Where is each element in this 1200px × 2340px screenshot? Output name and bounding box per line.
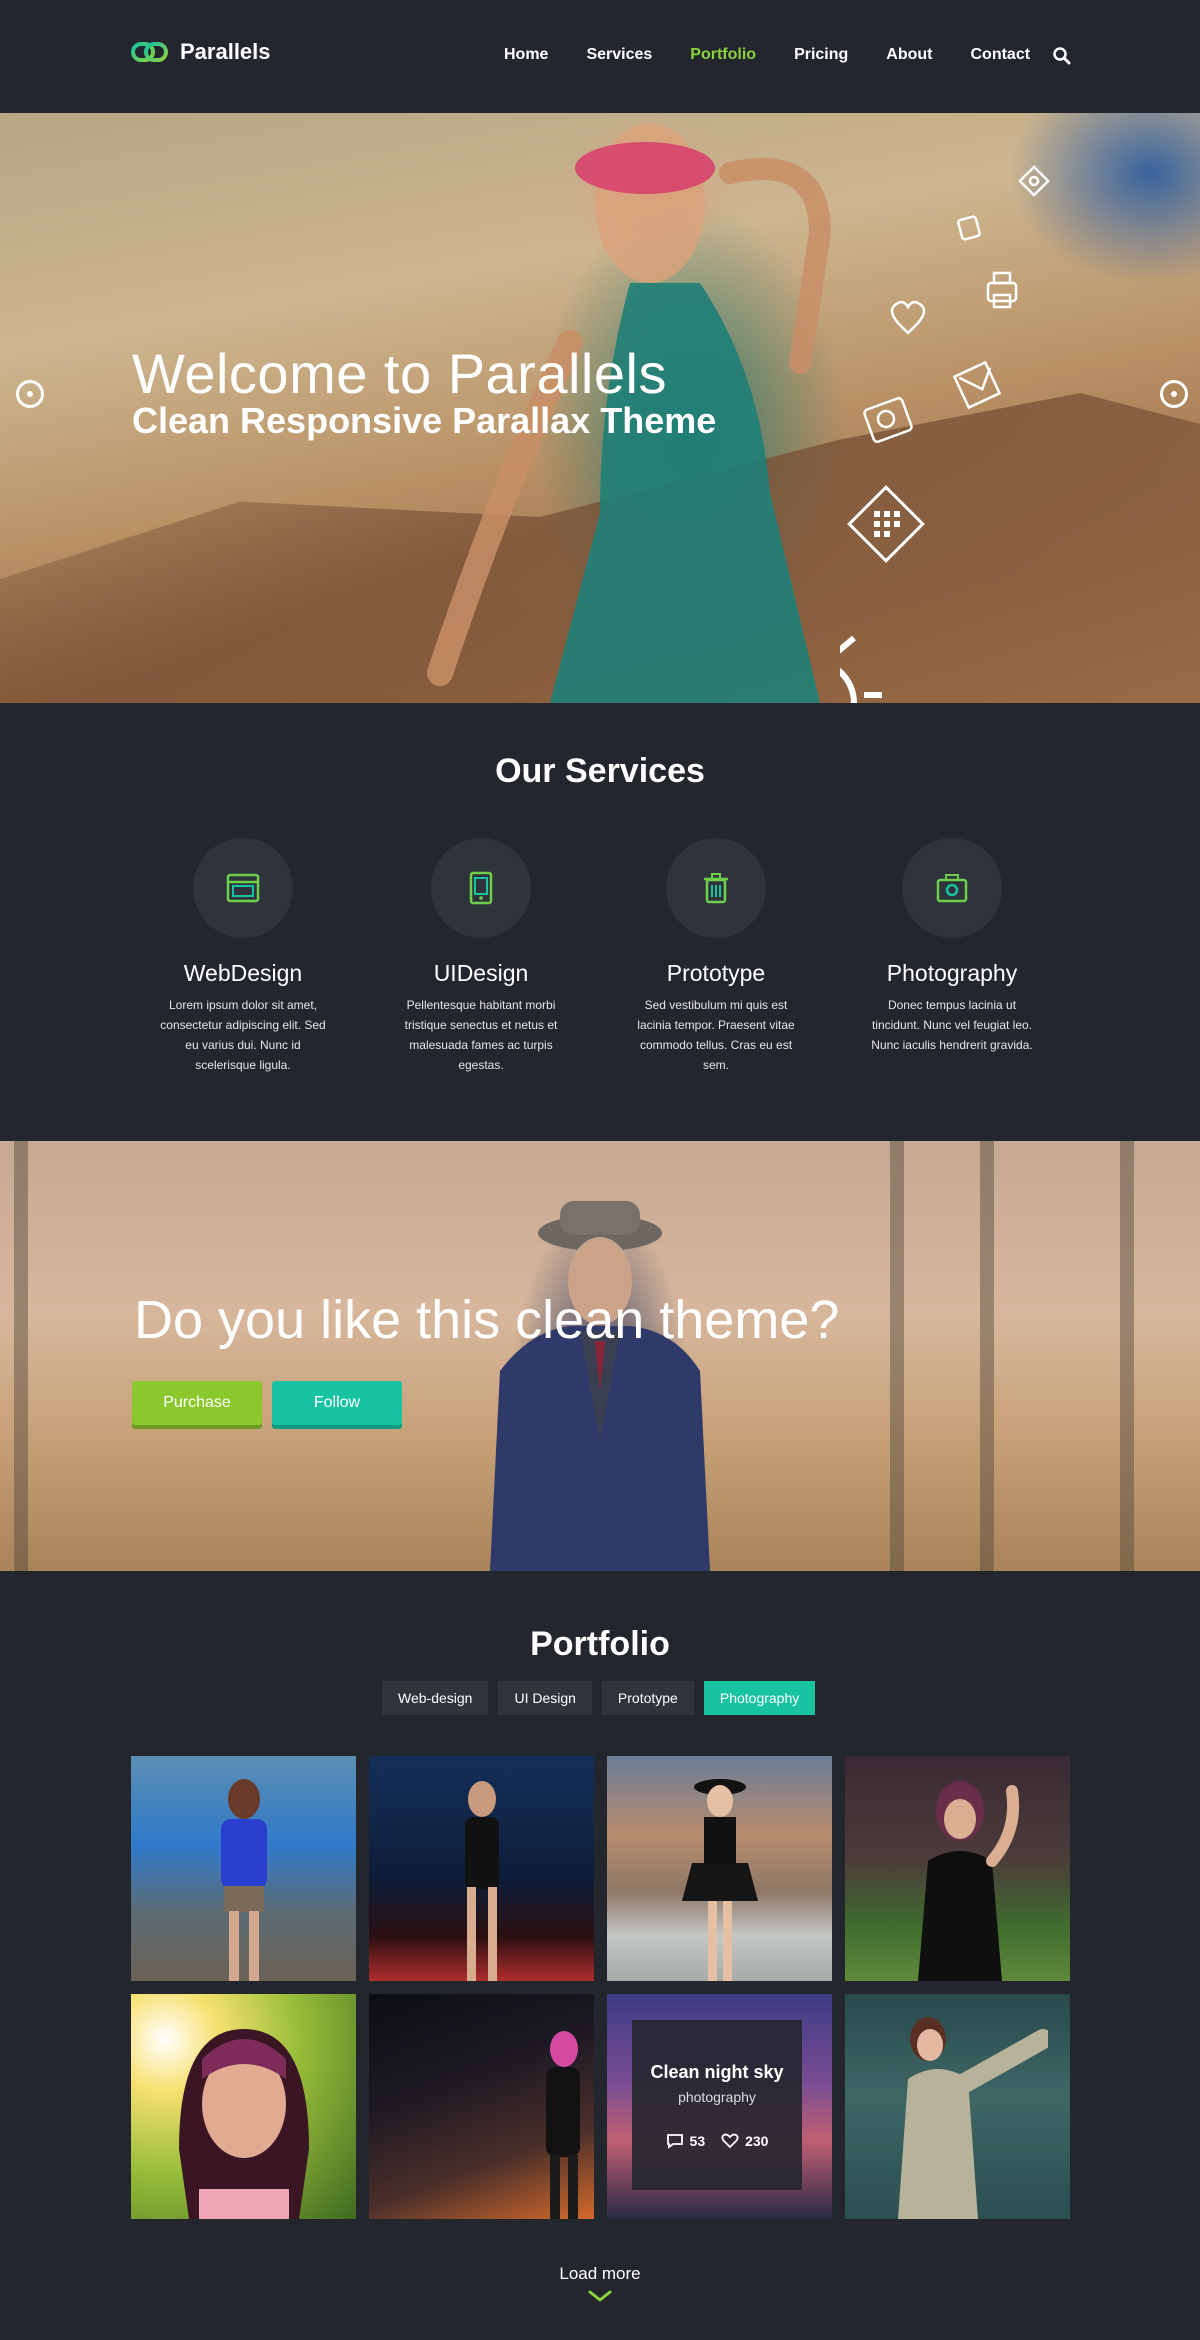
overlay-category: photography xyxy=(678,2089,756,2105)
mobile-icon xyxy=(469,871,493,905)
portfolio-photo xyxy=(897,2017,1048,2219)
service-title: UIDesign xyxy=(433,960,529,986)
service-webdesign: WebDesign Lorem ipsum dolor sit amet, co… xyxy=(143,838,343,1075)
hero-title: Welcome to Parallels xyxy=(132,342,667,405)
service-photography: Photography Donec tempus lacinia ut tinc… xyxy=(852,838,1052,1055)
settings-icon xyxy=(1018,165,1050,197)
likes-stat[interactable]: 230 xyxy=(721,2133,768,2149)
portfolio-item[interactable] xyxy=(369,1994,594,2219)
hero-subtitle: Clean Responsive Parallax Theme xyxy=(132,400,717,441)
portfolio-item[interactable] xyxy=(607,1756,832,1981)
portfolio-title: Portfolio xyxy=(530,1625,670,1663)
services-title: Our Services xyxy=(495,752,705,790)
nav-about[interactable]: About xyxy=(886,46,932,64)
portfolio-photo xyxy=(681,1779,758,1981)
next-slide-icon[interactable] xyxy=(1160,380,1188,408)
hero-slider: Welcome to Parallels Clean Responsive Pa… xyxy=(0,113,1200,703)
trash-icon xyxy=(704,873,728,904)
fence-post xyxy=(14,1141,28,1571)
comment-icon xyxy=(666,2134,683,2149)
service-title: Prototype xyxy=(666,960,766,986)
service-icon-circle xyxy=(193,838,293,938)
logo[interactable]: Parallels xyxy=(130,38,271,66)
sun-icon xyxy=(840,635,882,703)
heart-icon xyxy=(890,300,926,335)
overlay-stats: 53 230 xyxy=(632,2133,802,2149)
service-icon-circle xyxy=(902,838,1002,938)
comments-stat[interactable]: 53 xyxy=(666,2133,706,2149)
site-header: Parallels Home Services Portfolio Pricin… xyxy=(0,0,1200,113)
service-prototype: Prototype Sed vestibulum mi quis est lac… xyxy=(616,838,816,1075)
main-nav: Home Services Portfolio Pricing About Co… xyxy=(504,46,1068,64)
service-text: Donec tempus lacinia ut tincidunt. Nunc … xyxy=(871,998,1033,1052)
cta-title: Do you like this clean theme? xyxy=(134,1290,840,1350)
filter-web-design[interactable]: Web-design xyxy=(382,1681,489,1715)
fence-post xyxy=(890,1141,904,1571)
service-text: Pellentesque habitant morbi tristique se… xyxy=(404,998,558,1072)
cta-model-image xyxy=(490,1201,710,1571)
service-title: Photography xyxy=(886,960,1018,986)
portfolio-item[interactable] xyxy=(369,1756,594,1981)
service-icon-circle xyxy=(666,838,766,938)
heart-icon xyxy=(721,2133,739,2149)
filter-photography[interactable]: Photography xyxy=(703,1681,816,1715)
nav-portfolio[interactable]: Portfolio xyxy=(690,46,756,64)
service-text: Sed vestibulum mi quis est lacinia tempo… xyxy=(637,998,795,1072)
likes-count: 230 xyxy=(745,2133,769,2149)
fence-post xyxy=(980,1141,994,1571)
comments-count: 53 xyxy=(689,2133,706,2149)
service-title: WebDesign xyxy=(183,960,303,986)
purchase-button[interactable]: Purchase xyxy=(132,1381,262,1425)
mail-icon xyxy=(952,360,1002,410)
chevron-down-icon[interactable] xyxy=(588,2290,612,2302)
fence-post xyxy=(1120,1141,1134,1571)
brand-name: Parallels xyxy=(180,39,271,64)
service-icon-circle xyxy=(431,838,531,938)
portfolio-photo xyxy=(220,1779,267,1981)
browser-icon xyxy=(226,873,260,903)
camera-icon xyxy=(936,874,968,903)
nav-home[interactable]: Home xyxy=(504,46,548,64)
nav-services[interactable]: Services xyxy=(586,46,652,64)
prev-slide-icon[interactable] xyxy=(16,380,44,408)
overlay-title: Clean night sky xyxy=(650,2062,784,2082)
cta-section: Do you like this clean theme? Purchase F… xyxy=(0,1141,1200,1571)
portfolio-photo xyxy=(178,2029,309,2219)
portfolio-hover-overlay[interactable]: Clean night sky photography 53 230 xyxy=(632,2020,802,2190)
badge-icon xyxy=(957,215,981,241)
service-text: Lorem ipsum dolor sit amet, consectetur … xyxy=(160,998,326,1072)
portfolio-photo xyxy=(464,1781,499,1981)
load-more-button[interactable]: Load more xyxy=(0,2264,1200,2284)
portfolio-item[interactable] xyxy=(845,1994,1070,2219)
portfolio-photo xyxy=(546,2031,580,2219)
portfolio-photo xyxy=(917,1781,1019,1981)
filter-prototype[interactable]: Prototype xyxy=(601,1681,694,1715)
nav-pricing[interactable]: Pricing xyxy=(794,46,848,64)
hero-floating-icons xyxy=(840,165,1050,703)
follow-button[interactable]: Follow xyxy=(272,1381,402,1425)
portfolio-filters: Web-design UI Design Prototype Photograp… xyxy=(382,1681,816,1715)
logo-icon xyxy=(131,42,168,62)
portfolio-grid: Clean night sky photography 53 230 xyxy=(131,1756,1070,2219)
search-icon[interactable] xyxy=(1052,46,1072,66)
calendar-icon xyxy=(847,485,925,563)
nav-contact[interactable]: Contact xyxy=(971,46,1031,64)
printer-icon xyxy=(986,271,1018,309)
portfolio-item[interactable] xyxy=(845,1756,1070,1981)
service-uidesign: UIDesign Pellentesque habitant morbi tri… xyxy=(381,838,581,1075)
portfolio-item[interactable] xyxy=(131,1756,356,1981)
filter-ui-design[interactable]: UI Design xyxy=(498,1681,592,1715)
portfolio-item-featured[interactable]: Clean night sky photography 53 230 xyxy=(607,1994,832,2219)
camera-icon xyxy=(863,397,913,443)
portfolio-item[interactable] xyxy=(131,1994,356,2219)
